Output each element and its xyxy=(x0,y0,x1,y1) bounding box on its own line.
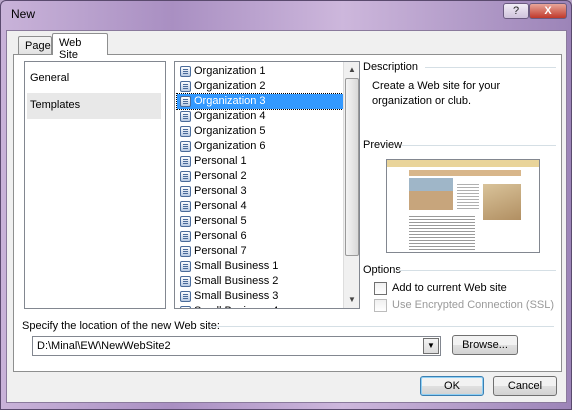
location-value[interactable]: D:\Minal\EW\NewWebSite2 xyxy=(37,340,171,352)
template-item-label: Organization 4 xyxy=(194,110,266,122)
web-template-icon xyxy=(180,81,191,92)
template-item[interactable]: Personal 7 xyxy=(177,244,343,259)
template-list-scrollbar[interactable]: ▲ ▼ xyxy=(343,62,359,308)
location-combobox[interactable]: D:\Minal\EW\NewWebSite2 ▼ xyxy=(32,336,441,356)
help-button[interactable]: ? xyxy=(503,3,529,19)
web-template-icon xyxy=(180,156,191,167)
web-template-icon xyxy=(180,186,191,197)
template-item-label: Small Business 3 xyxy=(194,290,279,302)
ok-button[interactable]: OK xyxy=(420,376,484,396)
template-item-label: Personal 1 xyxy=(194,155,247,167)
use-ssl-checkbox[interactable] xyxy=(374,299,387,312)
web-template-icon xyxy=(180,111,191,122)
scroll-up-icon[interactable]: ▲ xyxy=(344,62,359,78)
cancel-button[interactable]: Cancel xyxy=(493,376,557,396)
template-item-label: Small Business 2 xyxy=(194,275,279,287)
web-site-tab-panel: General Templates Organization 1 Organiza… xyxy=(13,54,562,372)
template-item[interactable]: Small Business 4 xyxy=(177,304,343,308)
template-item[interactable]: Personal 5 xyxy=(177,214,343,229)
template-item[interactable]: Personal 4 xyxy=(177,199,343,214)
category-list: General Templates xyxy=(24,61,166,309)
preview-heading: Preview xyxy=(363,139,403,151)
template-item[interactable]: Organization 1 xyxy=(177,64,343,79)
description-divider xyxy=(425,67,556,68)
web-template-icon xyxy=(180,246,191,257)
template-item[interactable]: Personal 2 xyxy=(177,169,343,184)
options-heading: Options xyxy=(363,264,401,276)
template-item-label: Personal 7 xyxy=(194,245,247,257)
template-item-label: Personal 6 xyxy=(194,230,247,242)
tab-page[interactable]: Page xyxy=(18,36,52,55)
template-item-label: Personal 5 xyxy=(194,215,247,227)
template-item[interactable]: Personal 1 xyxy=(177,154,343,169)
scroll-thumb[interactable] xyxy=(345,78,359,256)
dialog-body: Page Web Site General Templates Organiza… xyxy=(6,30,567,403)
web-template-icon xyxy=(180,276,191,287)
scroll-down-icon[interactable]: ▼ xyxy=(344,292,359,308)
web-template-icon xyxy=(180,216,191,227)
template-item[interactable]: Organization 4 xyxy=(177,109,343,124)
description-heading: Description xyxy=(363,61,419,73)
template-list: Organization 1 Organization 2 Organization… xyxy=(174,61,360,309)
title-bar: New ? X xyxy=(1,1,571,29)
category-templates[interactable]: Templates xyxy=(27,93,161,119)
description-text: Create a Web site for your organization … xyxy=(372,80,501,107)
use-ssl-label: Use Encrypted Connection (SSL) xyxy=(392,299,555,311)
location-label: Specify the location of the new Web site… xyxy=(22,320,220,332)
close-button[interactable]: X xyxy=(529,3,567,19)
template-item[interactable]: Personal 6 xyxy=(177,229,343,244)
new-dialog: New ? X Page Web Site General Templates … xyxy=(0,0,572,410)
web-template-icon xyxy=(180,306,191,308)
template-item[interactable]: Organization 2 xyxy=(177,79,343,94)
template-item[interactable]: Organization 6 xyxy=(177,139,343,154)
web-template-icon xyxy=(180,261,191,272)
template-item-label: Small Business 4 xyxy=(194,305,278,308)
chevron-down-icon[interactable]: ▼ xyxy=(423,338,439,354)
tab-web-site[interactable]: Web Site xyxy=(52,33,108,61)
template-item-label: Organization 3 xyxy=(194,95,266,107)
location-divider xyxy=(210,326,554,327)
template-item-label: Personal 3 xyxy=(194,185,247,197)
preview-divider xyxy=(402,145,556,146)
web-template-icon xyxy=(180,201,191,212)
template-item[interactable]: Personal 3 xyxy=(177,184,343,199)
web-template-icon xyxy=(180,291,191,302)
template-item[interactable]: Organization 5 xyxy=(177,124,343,139)
template-item-label: Small Business 1 xyxy=(194,260,279,272)
add-to-current-label[interactable]: Add to current Web site xyxy=(392,282,507,294)
template-item[interactable]: Small Business 2 xyxy=(177,274,343,289)
window-title: New xyxy=(11,7,36,21)
template-item-label: Organization 1 xyxy=(194,65,266,77)
template-item-label: Personal 4 xyxy=(194,200,247,212)
template-preview-image xyxy=(386,159,540,253)
template-item-label: Organization 5 xyxy=(194,125,266,137)
web-template-icon xyxy=(180,96,191,107)
web-template-icon xyxy=(180,171,191,182)
template-item-label: Organization 6 xyxy=(194,140,266,152)
web-template-icon xyxy=(180,66,191,77)
template-item-label: Personal 2 xyxy=(194,170,247,182)
template-item[interactable]: Small Business 1 xyxy=(177,259,343,274)
options-divider xyxy=(398,270,556,271)
web-template-icon xyxy=(180,231,191,242)
web-template-icon xyxy=(180,126,191,137)
web-template-icon xyxy=(180,141,191,152)
category-general[interactable]: General xyxy=(27,66,161,92)
browse-button[interactable]: Browse... xyxy=(452,335,518,355)
template-item[interactable]: Organization 3 xyxy=(176,93,344,110)
template-item-label: Organization 2 xyxy=(194,80,266,92)
template-item[interactable]: Small Business 3 xyxy=(177,289,343,304)
add-to-current-checkbox[interactable] xyxy=(374,282,387,295)
